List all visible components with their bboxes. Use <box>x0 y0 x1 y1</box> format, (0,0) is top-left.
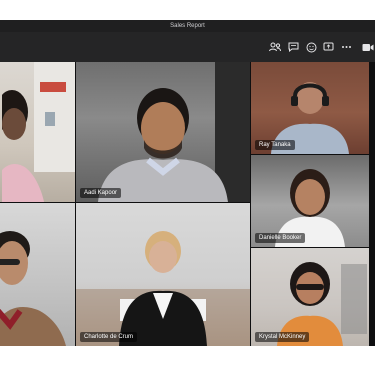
participant-aadi-avatar <box>88 76 238 202</box>
participant-name-tag: Danielle Booker <box>255 233 306 243</box>
participant-name-tag: Ray Tanaka <box>255 140 295 150</box>
video-tile-participant-5[interactable] <box>0 203 75 346</box>
participant-charlotte-avatar <box>93 219 233 346</box>
participant-name-tag: Krystal McKinney <box>255 332 310 342</box>
more-icon[interactable] <box>339 40 353 54</box>
title-bar: Sales Report <box>0 20 375 32</box>
share-icon[interactable] <box>321 40 335 54</box>
participant-1-avatar <box>2 82 46 202</box>
camera-icon[interactable] <box>361 40 375 54</box>
participant-name-tag: Charlotte de Crum <box>80 332 138 342</box>
video-tile-danielle-booker[interactable]: Danielle Booker <box>251 155 369 247</box>
participant-name-tag: Aadi Kapoor <box>80 188 122 198</box>
video-tile-krystal-mckinney[interactable]: Krystal McKinney <box>251 248 369 346</box>
chat-icon[interactable] <box>286 40 300 54</box>
video-tile-ray-tanaka[interactable]: Ray Tanaka <box>251 62 369 154</box>
video-tile-aadi-kapoor[interactable]: Aadi Kapoor <box>76 62 250 202</box>
video-tile-participant-1[interactable] <box>0 62 75 202</box>
video-grid: Aadi Kapoor Ray Tanaka Danielle Booker C… <box>0 62 375 346</box>
video-tile-charlotte-de-crum[interactable]: Charlotte de Crum <box>76 203 250 346</box>
right-edge-strip <box>369 62 375 346</box>
meeting-toolbar <box>0 32 375 62</box>
participant-5-avatar <box>0 219 70 346</box>
teams-meeting-window: Sales Report Aadi Kapoor Ray Tanaka Dani… <box>0 20 375 346</box>
window-title: Sales Report <box>170 23 205 29</box>
participants-icon[interactable] <box>268 40 282 54</box>
reactions-icon[interactable] <box>304 40 318 54</box>
